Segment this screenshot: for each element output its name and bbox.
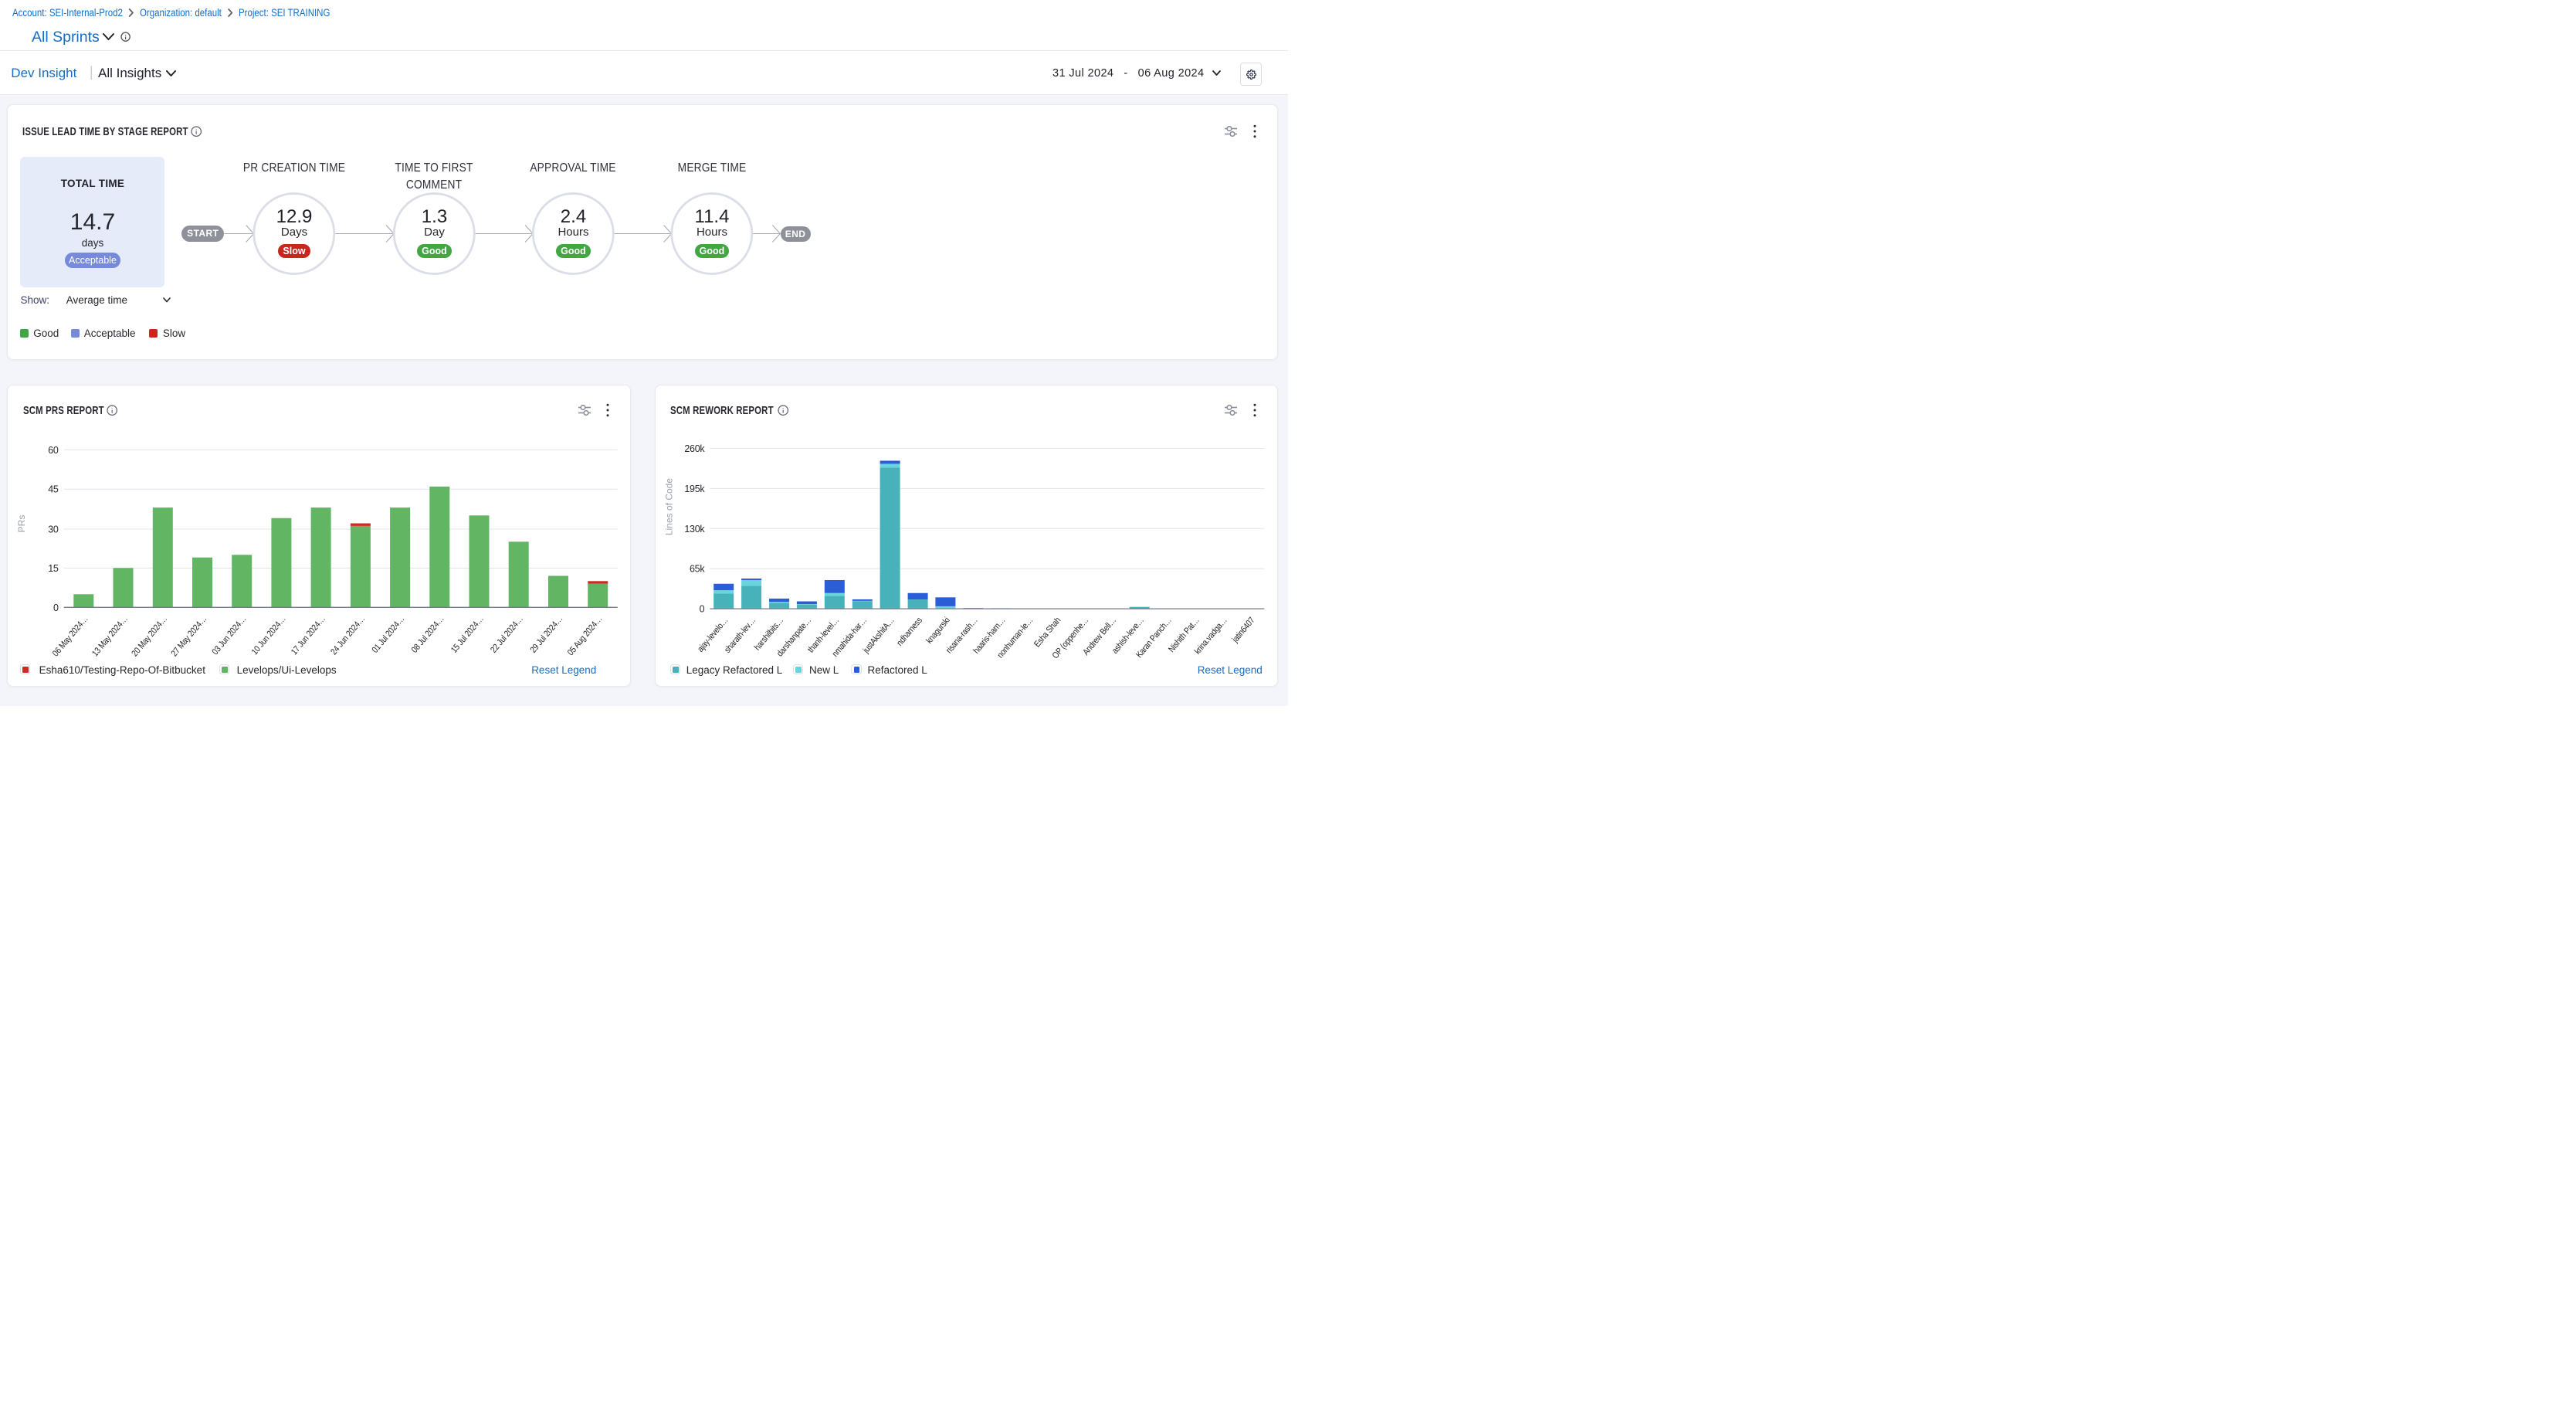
svg-text:ndharness: ndharness [895, 616, 924, 648]
svg-text:60: 60 [48, 445, 59, 456]
svg-text:10 Jun 2024…: 10 Jun 2024… [250, 614, 288, 657]
svg-text:13 May 2024…: 13 May 2024… [90, 614, 130, 658]
svg-text:Lines of Code: Lines of Code [663, 478, 674, 535]
svg-text:08 Jul 2024…: 08 Jul 2024… [410, 614, 446, 655]
svg-text:195k: 195k [684, 484, 705, 494]
svg-text:jatin6407: jatin6407 [1229, 616, 1256, 645]
svg-text:0: 0 [53, 602, 59, 613]
svg-text:29 Jul 2024…: 29 Jul 2024… [528, 614, 564, 655]
svg-text:01 Jul 2024…: 01 Jul 2024… [370, 614, 406, 655]
svg-text:260k: 260k [684, 443, 705, 454]
svg-text:15: 15 [48, 563, 59, 574]
svg-text:17 Jun 2024…: 17 Jun 2024… [290, 614, 327, 657]
svg-text:05 Aug 2024…: 05 Aug 2024… [566, 614, 605, 657]
svg-text:knagurski: knagurski [924, 616, 952, 646]
svg-text:65k: 65k [690, 564, 705, 575]
svg-text:PRs: PRs [16, 515, 27, 533]
svg-text:03 Jun 2024…: 03 Jun 2024… [210, 614, 248, 657]
svg-text:0: 0 [699, 603, 704, 614]
svg-text:06 May 2024…: 06 May 2024… [51, 614, 90, 658]
svg-text:20 May 2024…: 20 May 2024… [130, 614, 169, 658]
svg-text:15 Jul 2024…: 15 Jul 2024… [449, 614, 486, 655]
svg-text:45: 45 [48, 484, 59, 495]
svg-text:130k: 130k [684, 524, 705, 535]
svg-text:30: 30 [48, 524, 59, 535]
svg-text:27 May 2024…: 27 May 2024… [170, 614, 209, 658]
svg-text:24 Jun 2024…: 24 Jun 2024… [329, 614, 367, 657]
svg-text:22 Jul 2024…: 22 Jul 2024… [489, 614, 525, 655]
